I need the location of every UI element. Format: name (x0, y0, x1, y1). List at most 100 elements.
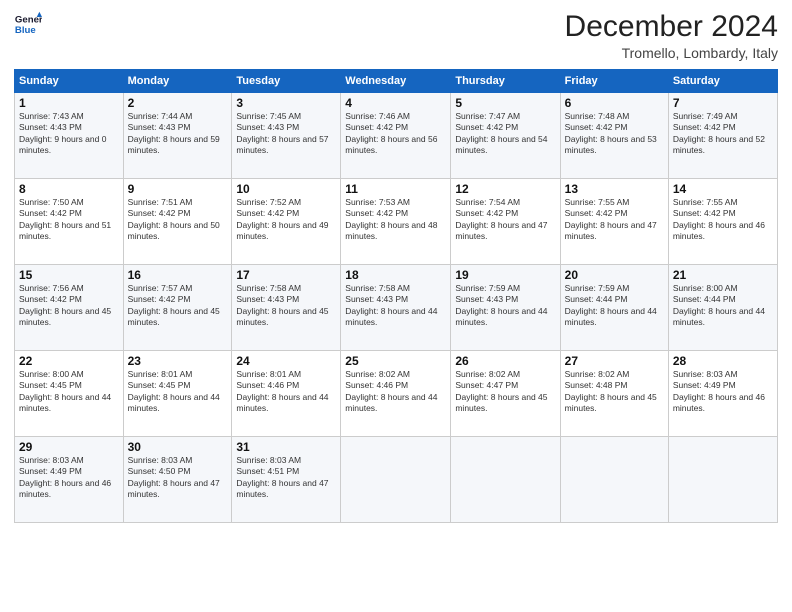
day-info: Sunrise: 8:03 AMSunset: 4:51 PMDaylight:… (236, 455, 336, 501)
day-info: Sunrise: 7:43 AMSunset: 4:43 PMDaylight:… (19, 111, 119, 157)
header: General Blue December 2024 Tromello, Lom… (14, 10, 778, 61)
day-number: 31 (236, 440, 336, 454)
day-number: 15 (19, 268, 119, 282)
day-number: 13 (565, 182, 664, 196)
day-info: Sunrise: 8:01 AMSunset: 4:46 PMDaylight:… (236, 369, 336, 415)
day-info: Sunrise: 8:02 AMSunset: 4:48 PMDaylight:… (565, 369, 664, 415)
col-saturday: Saturday (668, 70, 777, 93)
day-number: 20 (565, 268, 664, 282)
day-cell-15: 15 Sunrise: 7:56 AMSunset: 4:42 PMDaylig… (15, 265, 124, 351)
day-info: Sunrise: 8:00 AMSunset: 4:44 PMDaylight:… (673, 283, 773, 329)
calendar-week-3: 15 Sunrise: 7:56 AMSunset: 4:42 PMDaylig… (15, 265, 778, 351)
day-number: 5 (455, 96, 555, 110)
day-number: 10 (236, 182, 336, 196)
day-cell-5: 5 Sunrise: 7:47 AMSunset: 4:42 PMDayligh… (451, 93, 560, 179)
day-info: Sunrise: 7:55 AMSunset: 4:42 PMDaylight:… (565, 197, 664, 243)
col-wednesday: Wednesday (341, 70, 451, 93)
day-number: 30 (128, 440, 228, 454)
day-cell-25: 25 Sunrise: 8:02 AMSunset: 4:46 PMDaylig… (341, 351, 451, 437)
day-cell-19: 19 Sunrise: 7:59 AMSunset: 4:43 PMDaylig… (451, 265, 560, 351)
day-cell-13: 13 Sunrise: 7:55 AMSunset: 4:42 PMDaylig… (560, 179, 668, 265)
day-number: 11 (345, 182, 446, 196)
day-cell-26: 26 Sunrise: 8:02 AMSunset: 4:47 PMDaylig… (451, 351, 560, 437)
day-cell-8: 8 Sunrise: 7:50 AMSunset: 4:42 PMDayligh… (15, 179, 124, 265)
day-cell-18: 18 Sunrise: 7:58 AMSunset: 4:43 PMDaylig… (341, 265, 451, 351)
empty-cell (560, 437, 668, 523)
day-cell-23: 23 Sunrise: 8:01 AMSunset: 4:45 PMDaylig… (123, 351, 232, 437)
day-number: 9 (128, 182, 228, 196)
day-number: 3 (236, 96, 336, 110)
day-info: Sunrise: 8:02 AMSunset: 4:47 PMDaylight:… (455, 369, 555, 415)
page-container: General Blue December 2024 Tromello, Lom… (0, 0, 792, 529)
day-number: 7 (673, 96, 773, 110)
day-info: Sunrise: 7:44 AMSunset: 4:43 PMDaylight:… (128, 111, 228, 157)
day-info: Sunrise: 7:58 AMSunset: 4:43 PMDaylight:… (236, 283, 336, 329)
day-info: Sunrise: 7:54 AMSunset: 4:42 PMDaylight:… (455, 197, 555, 243)
day-cell-30: 30 Sunrise: 8:03 AMSunset: 4:50 PMDaylig… (123, 437, 232, 523)
day-number: 25 (345, 354, 446, 368)
day-number: 28 (673, 354, 773, 368)
day-number: 21 (673, 268, 773, 282)
day-info: Sunrise: 7:59 AMSunset: 4:43 PMDaylight:… (455, 283, 555, 329)
day-info: Sunrise: 8:00 AMSunset: 4:45 PMDaylight:… (19, 369, 119, 415)
day-cell-3: 3 Sunrise: 7:45 AMSunset: 4:43 PMDayligh… (232, 93, 341, 179)
day-cell-9: 9 Sunrise: 7:51 AMSunset: 4:42 PMDayligh… (123, 179, 232, 265)
day-number: 12 (455, 182, 555, 196)
calendar-week-4: 22 Sunrise: 8:00 AMSunset: 4:45 PMDaylig… (15, 351, 778, 437)
calendar-week-1: 1 Sunrise: 7:43 AMSunset: 4:43 PMDayligh… (15, 93, 778, 179)
day-cell-14: 14 Sunrise: 7:55 AMSunset: 4:42 PMDaylig… (668, 179, 777, 265)
day-number: 8 (19, 182, 119, 196)
day-cell-12: 12 Sunrise: 7:54 AMSunset: 4:42 PMDaylig… (451, 179, 560, 265)
day-cell-31: 31 Sunrise: 8:03 AMSunset: 4:51 PMDaylig… (232, 437, 341, 523)
empty-cell (341, 437, 451, 523)
col-tuesday: Tuesday (232, 70, 341, 93)
day-cell-17: 17 Sunrise: 7:58 AMSunset: 4:43 PMDaylig… (232, 265, 341, 351)
day-info: Sunrise: 8:03 AMSunset: 4:49 PMDaylight:… (19, 455, 119, 501)
day-cell-27: 27 Sunrise: 8:02 AMSunset: 4:48 PMDaylig… (560, 351, 668, 437)
day-cell-10: 10 Sunrise: 7:52 AMSunset: 4:42 PMDaylig… (232, 179, 341, 265)
col-monday: Monday (123, 70, 232, 93)
day-info: Sunrise: 7:55 AMSunset: 4:42 PMDaylight:… (673, 197, 773, 243)
empty-cell (451, 437, 560, 523)
day-info: Sunrise: 7:46 AMSunset: 4:42 PMDaylight:… (345, 111, 446, 157)
day-cell-22: 22 Sunrise: 8:00 AMSunset: 4:45 PMDaylig… (15, 351, 124, 437)
day-number: 1 (19, 96, 119, 110)
day-info: Sunrise: 7:48 AMSunset: 4:42 PMDaylight:… (565, 111, 664, 157)
day-info: Sunrise: 7:49 AMSunset: 4:42 PMDaylight:… (673, 111, 773, 157)
day-number: 19 (455, 268, 555, 282)
day-number: 17 (236, 268, 336, 282)
day-info: Sunrise: 7:51 AMSunset: 4:42 PMDaylight:… (128, 197, 228, 243)
day-info: Sunrise: 7:56 AMSunset: 4:42 PMDaylight:… (19, 283, 119, 329)
day-info: Sunrise: 8:01 AMSunset: 4:45 PMDaylight:… (128, 369, 228, 415)
day-cell-11: 11 Sunrise: 7:53 AMSunset: 4:42 PMDaylig… (341, 179, 451, 265)
day-cell-4: 4 Sunrise: 7:46 AMSunset: 4:42 PMDayligh… (341, 93, 451, 179)
day-info: Sunrise: 7:53 AMSunset: 4:42 PMDaylight:… (345, 197, 446, 243)
day-number: 16 (128, 268, 228, 282)
day-cell-16: 16 Sunrise: 7:57 AMSunset: 4:42 PMDaylig… (123, 265, 232, 351)
day-number: 14 (673, 182, 773, 196)
day-number: 18 (345, 268, 446, 282)
day-cell-21: 21 Sunrise: 8:00 AMSunset: 4:44 PMDaylig… (668, 265, 777, 351)
col-thursday: Thursday (451, 70, 560, 93)
logo: General Blue (14, 10, 42, 38)
calendar-header-row: Sunday Monday Tuesday Wednesday Thursday… (15, 70, 778, 93)
day-number: 6 (565, 96, 664, 110)
calendar-body: 1 Sunrise: 7:43 AMSunset: 4:43 PMDayligh… (15, 93, 778, 523)
svg-text:Blue: Blue (15, 25, 36, 36)
calendar-week-2: 8 Sunrise: 7:50 AMSunset: 4:42 PMDayligh… (15, 179, 778, 265)
empty-cell (668, 437, 777, 523)
day-info: Sunrise: 7:47 AMSunset: 4:42 PMDaylight:… (455, 111, 555, 157)
location-title: Tromello, Lombardy, Italy (565, 45, 778, 61)
day-info: Sunrise: 7:50 AMSunset: 4:42 PMDaylight:… (19, 197, 119, 243)
day-info: Sunrise: 7:58 AMSunset: 4:43 PMDaylight:… (345, 283, 446, 329)
day-cell-29: 29 Sunrise: 8:03 AMSunset: 4:49 PMDaylig… (15, 437, 124, 523)
logo-icon: General Blue (14, 10, 42, 38)
day-info: Sunrise: 7:59 AMSunset: 4:44 PMDaylight:… (565, 283, 664, 329)
day-number: 29 (19, 440, 119, 454)
col-friday: Friday (560, 70, 668, 93)
day-cell-24: 24 Sunrise: 8:01 AMSunset: 4:46 PMDaylig… (232, 351, 341, 437)
day-info: Sunrise: 8:02 AMSunset: 4:46 PMDaylight:… (345, 369, 446, 415)
day-number: 4 (345, 96, 446, 110)
day-number: 27 (565, 354, 664, 368)
day-number: 22 (19, 354, 119, 368)
